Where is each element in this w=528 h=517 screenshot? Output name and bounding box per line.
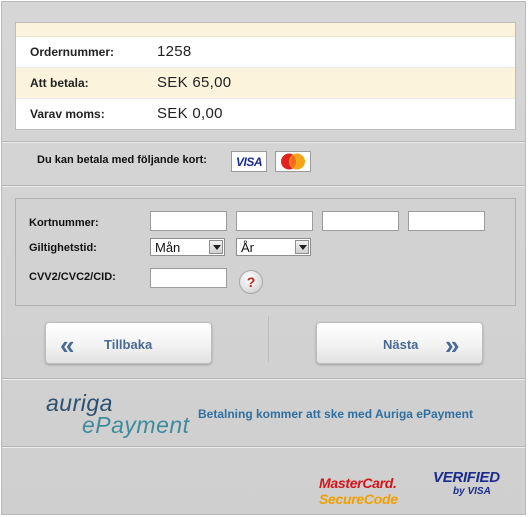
order-row-amount: Att betala: SEK 65,00 <box>16 68 515 99</box>
expiry-label: Giltighetstid: <box>29 242 97 254</box>
order-summary-header <box>16 23 515 37</box>
order-value: 1258 <box>157 43 192 60</box>
order-value: SEK 0,00 <box>157 105 223 122</box>
order-row-ordernumber: Ordernummer: 1258 <box>16 37 515 68</box>
accepted-cards-text: Du kan betala med följande kort: <box>37 154 207 166</box>
mastercard-icon <box>275 151 311 172</box>
divider <box>2 379 525 380</box>
auriga-epayment-logo: auriga ePayment <box>46 390 190 438</box>
back-button[interactable]: « Tillbaka <box>45 322 212 364</box>
help-icon[interactable]: ? <box>239 270 263 294</box>
order-label: Att betala: <box>30 76 89 90</box>
order-label: Ordernummer: <box>30 45 115 59</box>
back-button-label: Tillbaka <box>104 337 153 352</box>
cvv-label: CVV2/CVC2/CID: <box>29 271 116 283</box>
double-chevron-left-icon: « <box>60 330 75 360</box>
divider <box>2 186 525 187</box>
payment-panel: Ordernummer: 1258 Att betala: SEK 65,00 … <box>1 1 526 515</box>
visa-card-icon: VISA <box>231 151 267 172</box>
auriga-logo-line2: ePayment <box>82 412 190 438</box>
card-number-input-1[interactable] <box>150 211 227 231</box>
cvv-input[interactable] <box>150 268 227 288</box>
payment-provider-text: Betalning kommer att ske med Auriga ePay… <box>198 407 473 421</box>
order-value: SEK 65,00 <box>157 74 232 91</box>
divider <box>2 142 525 143</box>
card-number-input-3[interactable] <box>322 211 399 231</box>
card-number-label: Kortnummer: <box>29 217 99 229</box>
expiry-month-value: Mån <box>155 240 181 255</box>
vbv-line2: by VISA <box>453 486 491 497</box>
order-row-vat: Varav moms: SEK 0,00 <box>16 99 515 130</box>
double-chevron-right-icon: » <box>445 330 460 360</box>
verified-by-visa-logo: VERIFIED by VISA <box>433 469 500 497</box>
expiry-year-select[interactable]: År <box>236 238 311 256</box>
chevron-down-icon[interactable] <box>209 240 223 254</box>
securecode-line1: MasterCard. <box>319 475 397 491</box>
next-button-label: Nästa <box>383 337 419 352</box>
securecode-line2: SecureCode <box>319 491 398 507</box>
vbv-line1: VERIFIED <box>433 469 500 486</box>
card-number-input-4[interactable] <box>408 211 485 231</box>
help-symbol: ? <box>246 274 256 290</box>
expiry-month-select[interactable]: Mån <box>150 238 225 256</box>
mastercard-securecode-logo: MasterCard. SecureCode <box>319 475 398 507</box>
expiry-year-value: År <box>241 240 254 255</box>
card-number-input-2[interactable] <box>236 211 313 231</box>
auriga-logo-line1: auriga <box>46 390 113 416</box>
button-divider <box>268 316 269 362</box>
order-label: Varav moms: <box>30 107 105 121</box>
order-summary: Ordernummer: 1258 Att betala: SEK 65,00 … <box>15 22 516 130</box>
visa-card-label: VISA <box>235 154 263 169</box>
divider <box>2 447 525 448</box>
next-button[interactable]: Nästa » <box>316 322 483 364</box>
mastercard-logo-icon <box>281 153 305 170</box>
chevron-down-icon[interactable] <box>295 240 309 254</box>
